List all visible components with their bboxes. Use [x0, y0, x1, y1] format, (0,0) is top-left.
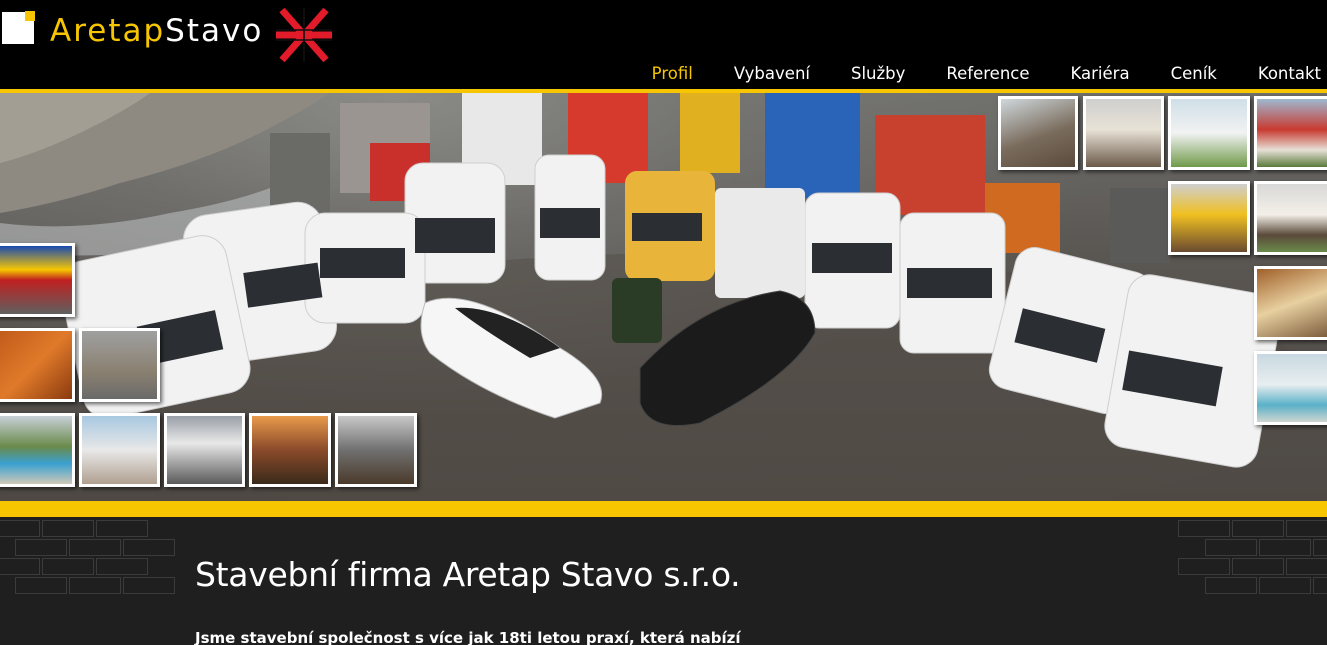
gallery-thumb[interactable]	[998, 96, 1078, 170]
brick-pattern-right	[1178, 517, 1327, 645]
gallery-thumb[interactable]	[1254, 96, 1327, 170]
gallery-thumb[interactable]	[1254, 266, 1327, 340]
nav-reference[interactable]: Reference	[905, 60, 1029, 88]
logo-text-stavo: Stavo	[165, 13, 264, 49]
brick-pattern-left	[0, 517, 175, 645]
gallery-thumb[interactable]	[0, 243, 75, 317]
gallery-thumb[interactable]	[1083, 96, 1164, 170]
gallery-thumb[interactable]	[1168, 181, 1250, 255]
gallery-thumb[interactable]	[0, 328, 75, 402]
intro-text: Jsme stavební společnost s více jak 18ti…	[195, 629, 741, 645]
site-header: AretapStavo Profil Vybavení Služby Refer…	[0, 0, 1327, 89]
gallery-thumb[interactable]	[1168, 96, 1250, 170]
gallery-thumb[interactable]	[335, 413, 417, 487]
gallery-thumb[interactable]	[1254, 181, 1327, 255]
gallery-thumb[interactable]	[0, 413, 75, 487]
gallery-thumb[interactable]	[79, 328, 160, 402]
page-title: Stavební firma Aretap Stavo s.r.o.	[195, 555, 741, 594]
gallery-thumb[interactable]	[249, 413, 331, 487]
logo-text: AretapStavo	[50, 11, 263, 51]
logo-square-icon	[2, 11, 35, 44]
gallery-thumb[interactable]	[1254, 351, 1327, 425]
main-nav: Profil Vybavení Služby Reference Kariéra…	[611, 60, 1327, 88]
logo-text-aretap: Aretap	[50, 13, 166, 49]
nav-cenik[interactable]: Ceník	[1130, 60, 1217, 88]
nav-profil[interactable]: Profil	[611, 60, 693, 88]
hero-accent-bar	[0, 501, 1327, 517]
nav-vybaveni[interactable]: Vybavení	[693, 60, 810, 88]
gallery-thumb[interactable]	[164, 413, 245, 487]
nav-sluzby[interactable]: Služby	[810, 60, 905, 88]
logo-star-icon	[276, 7, 332, 63]
gallery-thumb[interactable]	[79, 413, 160, 487]
hero-banner	[0, 93, 1327, 501]
nav-kontakt[interactable]: Kontakt	[1217, 60, 1327, 88]
intro-section: Stavební firma Aretap Stavo s.r.o. Jsme …	[0, 517, 1327, 645]
nav-kariera[interactable]: Kariéra	[1030, 60, 1130, 88]
